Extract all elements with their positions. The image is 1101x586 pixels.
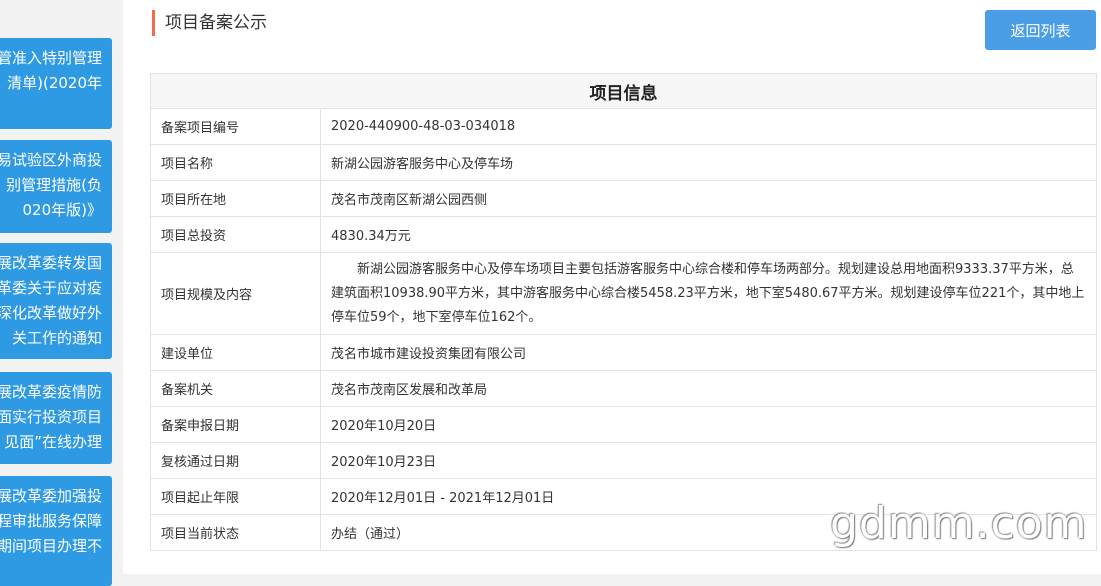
sidebar-item-line: 清单)(2020年 — [7, 74, 102, 92]
row-label: 建设单位 — [150, 334, 321, 371]
sidebar-item-policy-1[interactable]: 管准入特别管理 清单)(2020年 — [0, 38, 112, 129]
sidebar-item-line: 见面”在线办理 — [4, 433, 102, 451]
sidebar-item-line: 展改革委疫情防 — [0, 383, 102, 401]
sidebar-item-policy-3[interactable]: 展改革委转发国 革委关于应对疫 深化改革做好外 关工作的通知 — [0, 243, 112, 359]
sidebar-item-line: 深化改革做好外 — [0, 304, 102, 322]
row-label: 项目规模及内容 — [150, 252, 321, 335]
row-value: 茂名市茂南区发展和改革局 — [320, 370, 1097, 407]
sidebar-item-line: 展改革委转发国 — [0, 254, 102, 272]
row-label: 项目总投资 — [150, 216, 321, 253]
project-info-table: 项目信息 备案项目编号 2020-440900-48-03-034018 项目名… — [150, 73, 1097, 551]
row-label: 备案机关 — [150, 370, 321, 407]
row-value-text: 新湖公园游客服务中心及停车场项目主要包括游客服务中心综合楼和停车场两部分。规划建… — [331, 261, 1085, 325]
table-row: 复核通过日期 2020年10月23日 — [150, 442, 1097, 479]
row-label: 项目当前状态 — [150, 514, 321, 551]
sidebar-item-line: 易试验区外商投 — [0, 151, 102, 169]
page: 管准入特别管理 清单)(2020年 易试验区外商投 别管理措施(负 020年版)… — [0, 0, 1101, 586]
row-label: 项目起止年限 — [150, 478, 321, 515]
table-row: 备案机关 茂名市茂南区发展和改革局 — [150, 370, 1097, 407]
sidebar: 管准入特别管理 清单)(2020年 易试验区外商投 别管理措施(负 020年版)… — [0, 0, 112, 586]
row-value: 2020年10月23日 — [320, 442, 1097, 479]
row-value: 茂名市城市建设投资集团有限公司 — [320, 334, 1097, 371]
row-label: 项目所在地 — [150, 180, 321, 217]
back-to-list-button[interactable]: 返回列表 — [985, 10, 1096, 50]
sidebar-item-line: 革委关于应对疫 — [0, 279, 102, 297]
table-row: 备案申报日期 2020年10月20日 — [150, 406, 1097, 443]
row-label: 项目名称 — [150, 144, 321, 181]
sidebar-item-line: 展改革委加强投 — [0, 487, 102, 505]
table-row: 建设单位 茂名市城市建设投资集团有限公司 — [150, 334, 1097, 371]
page-title: 项目备案公示 — [152, 10, 267, 36]
row-value: 新湖公园游客服务中心及停车场 — [320, 144, 1097, 181]
sidebar-item-policy-5[interactable]: 展改革委加强投 程审批服务保障 期间项目办理不 — [0, 476, 112, 586]
row-label: 备案申报日期 — [150, 406, 321, 443]
sidebar-item-line: 020年版)》 — [22, 201, 102, 219]
table-row: 项目所在地 茂名市茂南区新湖公园西侧 — [150, 180, 1097, 217]
table-row: 项目规模及内容 新湖公园游客服务中心及停车场项目主要包括游客服务中心综合楼和停车… — [150, 252, 1097, 335]
row-value-scale: 新湖公园游客服务中心及停车场项目主要包括游客服务中心综合楼和停车场两部分。规划建… — [320, 252, 1097, 335]
sidebar-item-line: 期间项目办理不 — [0, 537, 102, 555]
table-caption: 项目信息 — [150, 73, 1097, 109]
row-label: 复核通过日期 — [150, 442, 321, 479]
sidebar-item-line: 关工作的通知 — [11, 329, 102, 347]
sidebar-item-policy-2[interactable]: 易试验区外商投 别管理措施(负 020年版)》 — [0, 140, 112, 233]
sidebar-item-line: 面实行投资项目 — [0, 408, 102, 426]
sidebar-item-line: 管准入特别管理 — [0, 49, 102, 67]
sidebar-item-policy-4[interactable]: 展改革委疫情防 面实行投资项目 见面”在线办理 — [0, 372, 112, 464]
row-value: 2020-440900-48-03-034018 — [320, 108, 1097, 145]
sidebar-item-line: 别管理措施(负 — [6, 176, 102, 194]
table-row: 项目名称 新湖公园游客服务中心及停车场 — [150, 144, 1097, 181]
table-row: 项目总投资 4830.34万元 — [150, 216, 1097, 253]
table-row: 备案项目编号 2020-440900-48-03-034018 — [150, 108, 1097, 145]
sidebar-item-line: 程审批服务保障 — [0, 512, 102, 530]
row-value: 2020年10月20日 — [320, 406, 1097, 443]
row-value: 茂名市茂南区新湖公园西侧 — [320, 180, 1097, 217]
site-watermark: gdmm.com — [830, 498, 1088, 549]
row-value: 4830.34万元 — [320, 216, 1097, 253]
row-label: 备案项目编号 — [150, 108, 321, 145]
